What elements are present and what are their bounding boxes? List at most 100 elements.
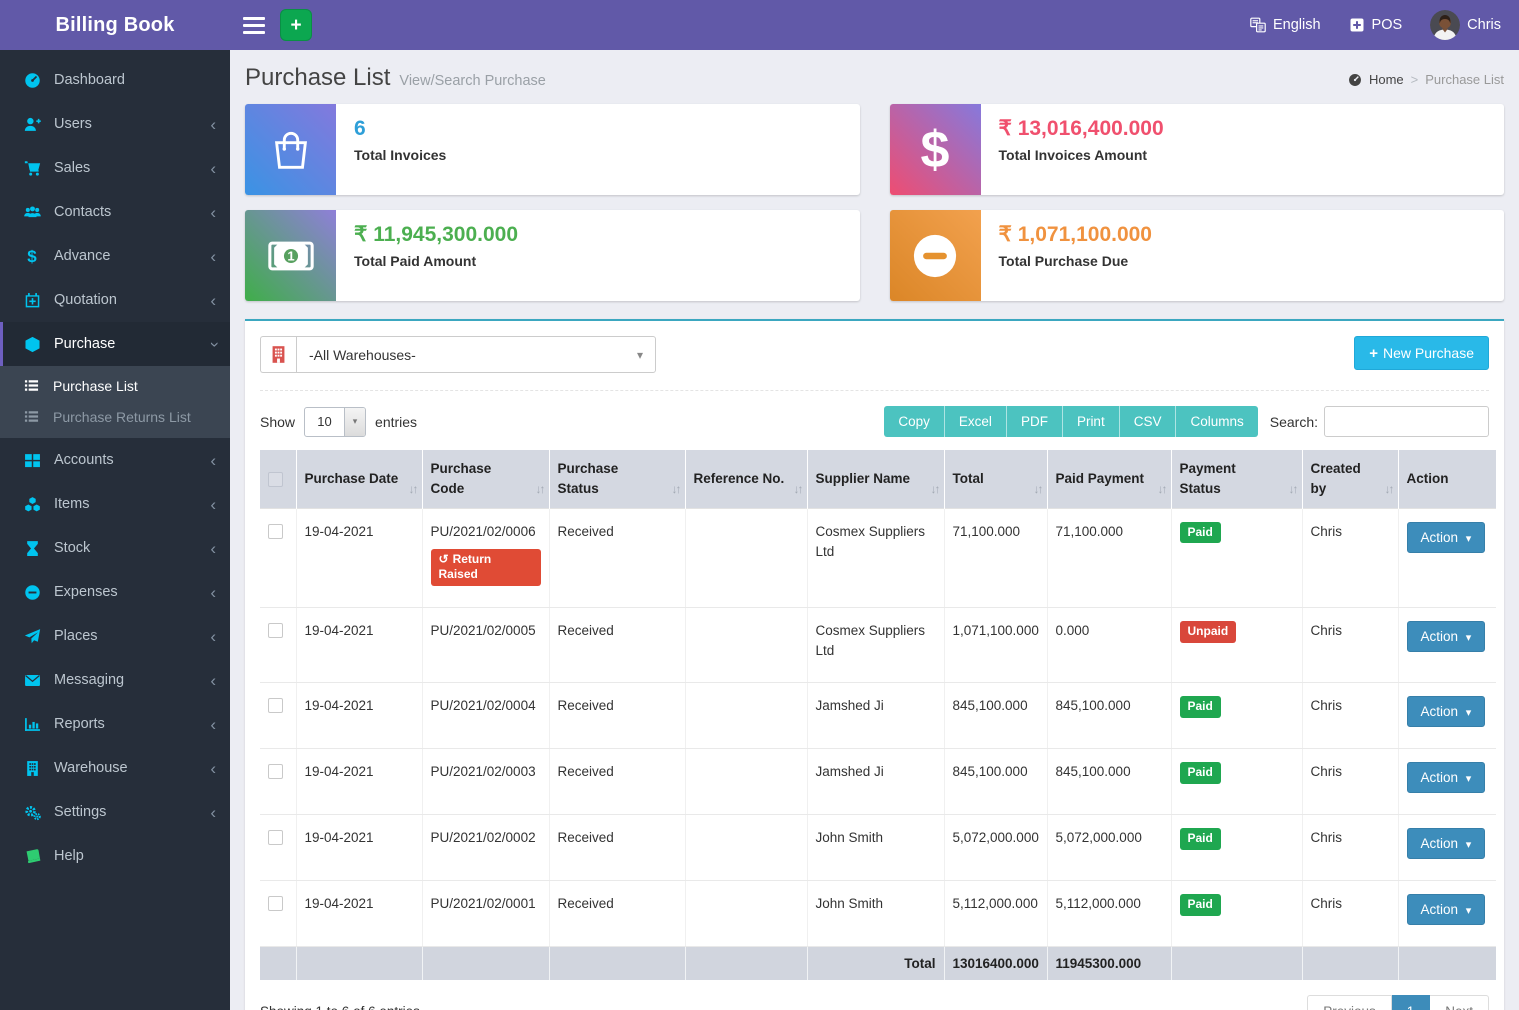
sidebar-item-items[interactable]: Items ‹ bbox=[0, 482, 230, 526]
sidebar-item-purchase-list[interactable]: Purchase List bbox=[0, 370, 230, 401]
warehouse-dropdown[interactable]: -All Warehouses- ▾ bbox=[296, 336, 656, 373]
sidebar-item-messaging[interactable]: Messaging‹ bbox=[0, 658, 230, 702]
row-select-cell bbox=[260, 683, 296, 749]
row-checkbox[interactable] bbox=[268, 764, 283, 779]
column-header-total[interactable]: Total↓↑ bbox=[944, 450, 1047, 508]
navbar-right: English POS Chris bbox=[1250, 10, 1501, 40]
return-arrow-icon: ↺ bbox=[439, 552, 449, 566]
sort-icon[interactable]: ↓↑ bbox=[409, 481, 417, 498]
action-button[interactable]: Action ▾ bbox=[1407, 828, 1486, 859]
language-icon bbox=[1250, 17, 1266, 33]
select-all-checkbox[interactable] bbox=[268, 472, 283, 487]
sort-icon[interactable]: ↓↑ bbox=[1385, 481, 1393, 498]
export-copy-button[interactable]: Copy bbox=[884, 406, 945, 437]
sort-icon[interactable]: ↓↑ bbox=[1289, 481, 1297, 498]
sidebar-item-expenses[interactable]: Expenses‹ bbox=[0, 570, 230, 614]
sidebar-item-quotation[interactable]: Quotation‹ bbox=[0, 278, 230, 322]
sort-icon[interactable]: ↓↑ bbox=[1034, 481, 1042, 498]
sidebar-item-purchase-returns-list[interactable]: Purchase Returns List bbox=[0, 401, 230, 432]
sort-icon[interactable]: ↓↑ bbox=[1158, 481, 1166, 498]
action-button[interactable]: Action ▾ bbox=[1407, 696, 1486, 727]
chevron-left-icon: ‹ bbox=[210, 628, 216, 645]
export-excel-button[interactable]: Excel bbox=[945, 406, 1007, 437]
breadcrumb-separator: > bbox=[1411, 72, 1419, 87]
sidebar-item-reports[interactable]: Reports‹ bbox=[0, 702, 230, 746]
entries-select[interactable]: 10 ▾ bbox=[304, 407, 366, 437]
payment-status-cell: Paid bbox=[1171, 815, 1302, 881]
sidebar-item-warehouse[interactable]: Warehouse‹ bbox=[0, 746, 230, 790]
brand-logo[interactable]: Billing Book bbox=[0, 0, 230, 50]
column-header-purchase-status[interactable]: Purchase Status↓↑ bbox=[549, 450, 685, 508]
sidebar-item-advance[interactable]: $Advance‹ bbox=[0, 234, 230, 278]
export-print-button[interactable]: Print bbox=[1063, 406, 1120, 437]
sort-icon[interactable]: ↓↑ bbox=[794, 481, 802, 498]
sidebar-item-help[interactable]: Help bbox=[0, 834, 230, 878]
chevron-left-icon: ‹ bbox=[210, 452, 216, 469]
sidebar-item-sales[interactable]: Sales‹ bbox=[0, 146, 230, 190]
column-header-purchase-code[interactable]: Purchase Code ↓↑ bbox=[422, 450, 549, 508]
chevron-left-icon: ‹ bbox=[210, 292, 216, 309]
sort-icon[interactable]: ↓↑ bbox=[931, 481, 939, 498]
purchase-status-cell: Received bbox=[549, 749, 685, 815]
action-button[interactable]: Action ▾ bbox=[1407, 894, 1486, 925]
action-button[interactable]: Action ▾ bbox=[1407, 621, 1486, 652]
column-header-purchase-date[interactable]: Purchase Date↓↑ bbox=[296, 450, 422, 508]
chevron-left-icon: ‹ bbox=[210, 496, 216, 513]
page-length-control: Show 10 ▾ entries bbox=[260, 407, 417, 437]
sidebar-item-stock[interactable]: Stock‹ bbox=[0, 526, 230, 570]
row-checkbox[interactable] bbox=[268, 896, 283, 911]
sidebar-item-users[interactable]: Users‹ bbox=[0, 102, 230, 146]
cube-icon bbox=[22, 336, 42, 353]
column-header-supplier-name[interactable]: Supplier Name↓↑ bbox=[807, 450, 944, 508]
column-header-created-by[interactable]: Created by↓↑ bbox=[1302, 450, 1398, 508]
purchase-date-cell: 19-04-2021 bbox=[296, 508, 422, 607]
sidebar-item-accounts[interactable]: Accounts ‹ bbox=[0, 438, 230, 482]
sort-icon[interactable]: ↓↑ bbox=[536, 481, 544, 498]
sidebar-submenu-purchase: Purchase ListPurchase Returns List bbox=[0, 366, 230, 438]
action-cell: Action ▾ bbox=[1398, 607, 1496, 683]
card-label: Total Paid Amount bbox=[354, 253, 518, 269]
sidebar-item-dashboard[interactable]: Dashboard bbox=[0, 58, 230, 102]
sidebar-item-settings[interactable]: Settings‹ bbox=[0, 790, 230, 834]
plus-icon: + bbox=[1369, 346, 1378, 361]
sidebar-item-label: Items bbox=[54, 496, 89, 512]
pagination-page-1[interactable]: 1 bbox=[1392, 995, 1431, 1010]
total-cell: 5,112,000.000 bbox=[944, 881, 1047, 947]
language-menu[interactable]: English bbox=[1250, 17, 1321, 33]
pagination-previous[interactable]: Previous bbox=[1307, 995, 1392, 1010]
purchase-code: PU/2021/02/0001 bbox=[431, 894, 541, 914]
supplier-name-cell: Jamshed Ji bbox=[807, 749, 944, 815]
pos-button[interactable]: POS bbox=[1349, 17, 1403, 33]
user-menu[interactable]: Chris bbox=[1430, 10, 1501, 40]
warehouse-select[interactable]: -All Warehouses- ▾ bbox=[260, 336, 656, 373]
row-checkbox[interactable] bbox=[268, 524, 283, 539]
sidebar-item-places[interactable]: Places‹ bbox=[0, 614, 230, 658]
table-foot: Total13016400.00011945300.000 bbox=[260, 947, 1496, 981]
sidebar-toggle-icon[interactable] bbox=[243, 17, 265, 34]
export-buttons: CopyExcelPDFPrintCSVColumns bbox=[884, 406, 1257, 437]
sidebar-item-purchase[interactable]: Purchase‹ bbox=[0, 322, 230, 366]
action-button[interactable]: Action ▾ bbox=[1407, 522, 1486, 553]
search-input[interactable] bbox=[1324, 406, 1489, 437]
column-header-reference-no[interactable]: Reference No.↓↑ bbox=[685, 450, 807, 508]
export-pdf-button[interactable]: PDF bbox=[1007, 406, 1063, 437]
row-checkbox[interactable] bbox=[268, 830, 283, 845]
new-purchase-button[interactable]: + New Purchase bbox=[1354, 336, 1489, 370]
column-header-paid-payment[interactable]: Paid Payment↓↑ bbox=[1047, 450, 1171, 508]
action-button[interactable]: Action ▾ bbox=[1407, 762, 1486, 793]
home-icon bbox=[1348, 73, 1362, 87]
export-csv-button[interactable]: CSV bbox=[1120, 406, 1177, 437]
export-columns-button[interactable]: Columns bbox=[1176, 406, 1257, 437]
payment-status-cell: Paid bbox=[1171, 881, 1302, 947]
column-header-payment-status[interactable]: Payment Status↓↑ bbox=[1171, 450, 1302, 508]
row-checkbox[interactable] bbox=[268, 623, 283, 638]
breadcrumb-home[interactable]: Home bbox=[1369, 72, 1404, 87]
sort-icon[interactable]: ↓↑ bbox=[672, 481, 680, 498]
column-header-action: Action bbox=[1398, 450, 1496, 508]
pagination-next[interactable]: Next bbox=[1430, 995, 1489, 1010]
quick-add-button[interactable]: + bbox=[280, 9, 312, 41]
sidebar-item-contacts[interactable]: Contacts‹ bbox=[0, 190, 230, 234]
row-checkbox[interactable] bbox=[268, 698, 283, 713]
column-label: Purchase Code bbox=[431, 461, 492, 496]
sidebar-item-label: Accounts bbox=[54, 452, 114, 468]
